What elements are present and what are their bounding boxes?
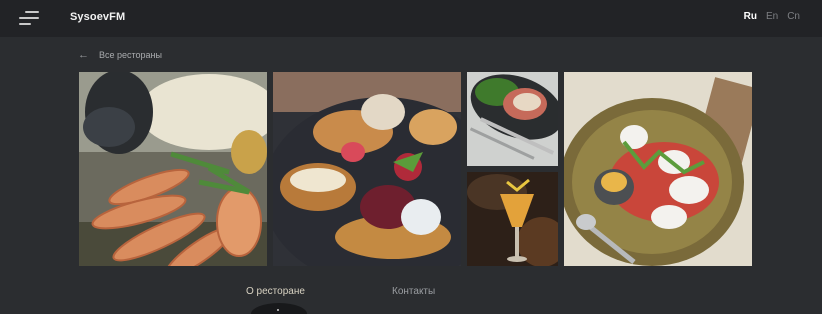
back-link-label: Все рестораны bbox=[99, 50, 162, 60]
herb-plate-photo[interactable] bbox=[467, 72, 558, 166]
lang-cn[interactable]: Cn bbox=[787, 11, 800, 22]
about-restaurant-link[interactable]: О ресторане bbox=[246, 286, 305, 297]
lang-ru[interactable]: Ru bbox=[744, 11, 757, 22]
salad-plate-photo[interactable] bbox=[564, 72, 752, 266]
hamburger-menu-icon[interactable] bbox=[19, 10, 39, 26]
contacts-link[interactable]: Контакты bbox=[392, 286, 435, 297]
top-bar: SysoevFM Ru En Cn bbox=[0, 0, 822, 37]
language-switcher: Ru En Cn bbox=[744, 11, 800, 22]
back-to-restaurants-link[interactable]: ← Все рестораны bbox=[78, 49, 162, 61]
seafood-platter-photo[interactable] bbox=[79, 72, 267, 266]
site-logo[interactable]: SysoevFM bbox=[70, 11, 125, 23]
lang-en[interactable]: En bbox=[766, 11, 778, 22]
arrow-left-icon: ← bbox=[78, 49, 89, 61]
cocktail-photo[interactable] bbox=[467, 172, 558, 266]
active-tab-indicator bbox=[251, 303, 307, 314]
indicator-dot bbox=[277, 309, 279, 311]
tapas-toast-photo[interactable] bbox=[273, 72, 461, 266]
